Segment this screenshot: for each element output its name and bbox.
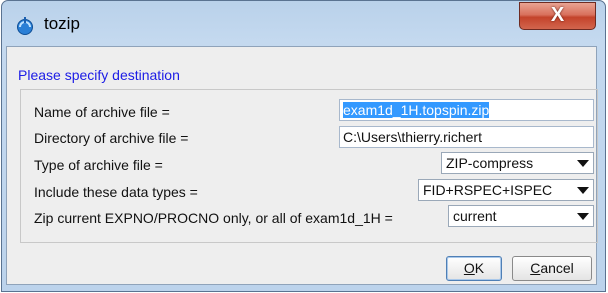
archive-name-label: Name of archive file = bbox=[34, 104, 170, 120]
ok-mnemonic: O bbox=[463, 260, 475, 276]
archive-directory-input[interactable]: C:\Users\thierry.richert bbox=[339, 126, 594, 148]
cancel-mnemonic: C bbox=[530, 260, 541, 276]
ok-label: K bbox=[474, 260, 485, 276]
archive-type-value: ZIP-compress bbox=[446, 155, 534, 171]
zip-scope-label: Zip current EXPNO/PROCNO only, or all of… bbox=[34, 210, 393, 226]
archive-directory-label: Directory of archive file = bbox=[34, 130, 189, 146]
archive-directory-value: C:\Users\thierry.richert bbox=[343, 129, 482, 145]
zip-scope-value: current bbox=[453, 208, 497, 224]
topspin-icon bbox=[16, 17, 34, 35]
chevron-down-icon bbox=[577, 160, 589, 167]
window-title: tozip bbox=[44, 14, 80, 33]
archive-type-label: Type of archive file = bbox=[34, 157, 163, 173]
data-types-value: FID+RSPEC+ISPEC bbox=[423, 182, 553, 198]
chevron-down-icon bbox=[577, 213, 589, 220]
chevron-down-icon bbox=[577, 187, 589, 194]
zip-scope-select[interactable]: current bbox=[448, 205, 594, 227]
data-types-label: Include these data types = bbox=[34, 184, 198, 200]
ok-button[interactable]: OK bbox=[446, 256, 502, 281]
cancel-label: ancel bbox=[540, 260, 574, 276]
archive-type-select[interactable]: ZIP-compress bbox=[441, 152, 594, 174]
close-icon: X bbox=[550, 4, 565, 26]
cancel-button[interactable]: Cancel bbox=[512, 256, 592, 281]
archive-name-input[interactable]: exam1d_1H.topspin.zip bbox=[339, 99, 594, 121]
archive-name-value: exam1d_1H.topspin.zip bbox=[343, 102, 490, 118]
data-types-select[interactable]: FID+RSPEC+ISPEC bbox=[418, 179, 594, 201]
dialog-header: Please specify destination bbox=[18, 67, 180, 83]
title-bar[interactable]: tozip bbox=[2, 1, 605, 47]
close-button[interactable]: X bbox=[519, 2, 596, 30]
